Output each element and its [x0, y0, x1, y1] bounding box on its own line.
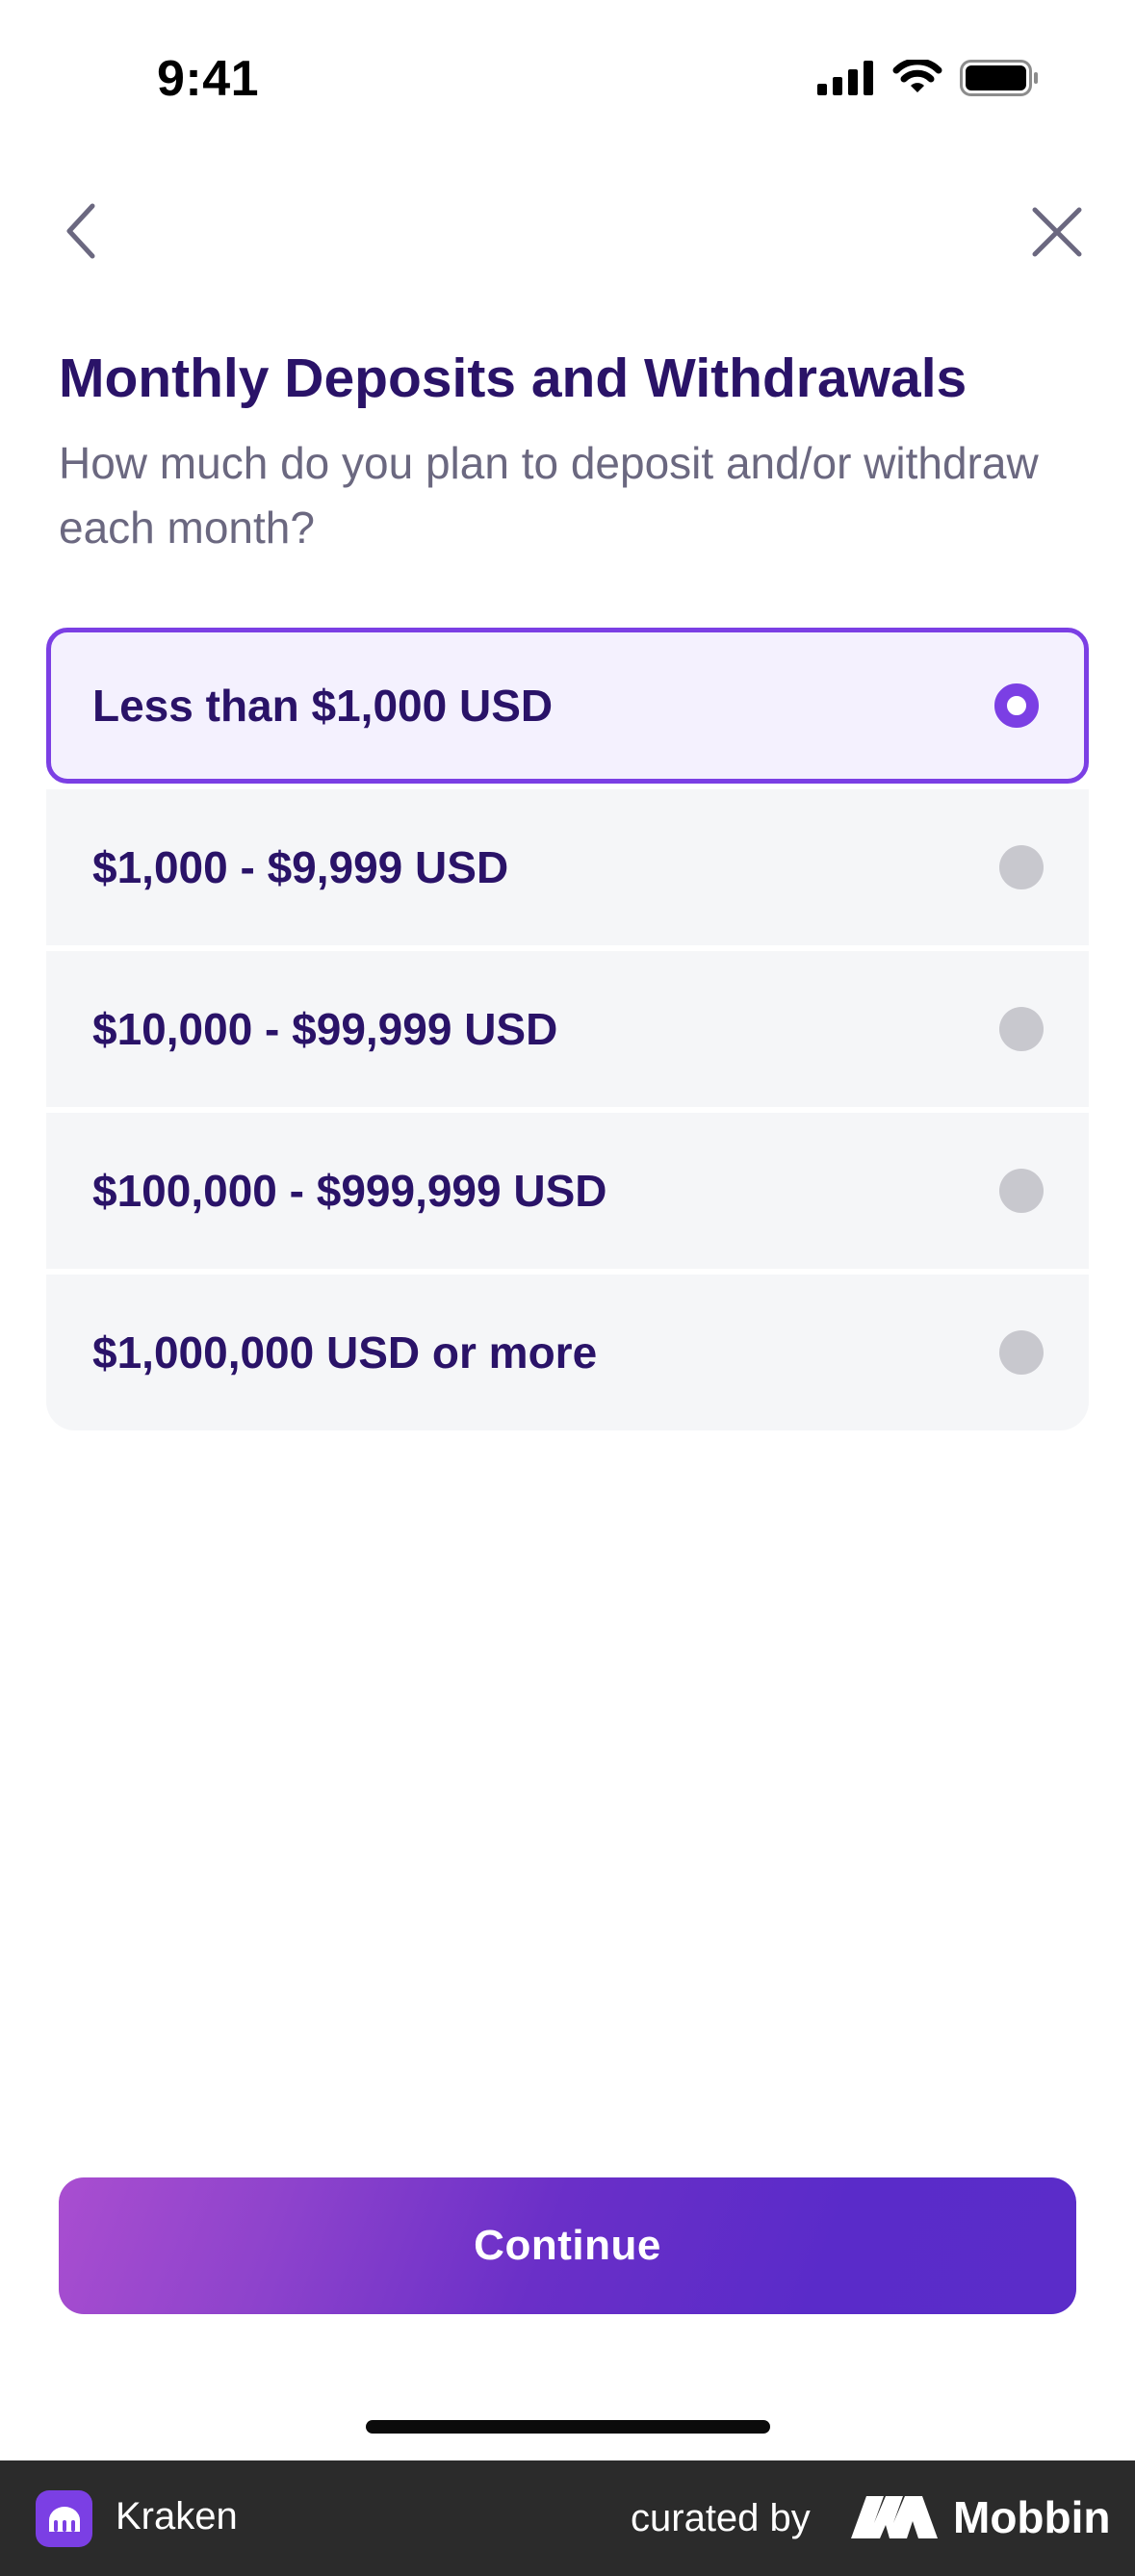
- back-button[interactable]: [54, 196, 106, 266]
- option-label: Less than $1,000 USD: [92, 681, 554, 731]
- deposit-range-options: Less than $1,000 USD $1,000 - $9,999 USD…: [46, 628, 1089, 1430]
- battery-icon: [960, 60, 1038, 96]
- option-1000000-or-more[interactable]: $1,000,000 USD or more: [46, 1275, 1089, 1430]
- close-icon: [1032, 207, 1082, 257]
- option-label: $100,000 - $999,999 USD: [92, 1166, 607, 1216]
- curated-by-label: curated by: [631, 2497, 811, 2539]
- chevron-left-icon: [66, 203, 95, 259]
- option-less-than-1000[interactable]: Less than $1,000 USD: [46, 628, 1089, 784]
- radio-unselected[interactable]: [999, 845, 1044, 889]
- option-label: $1,000 - $9,999 USD: [92, 842, 509, 892]
- status-icons: [817, 60, 1039, 96]
- home-indicator: [366, 2420, 770, 2434]
- radio-unselected[interactable]: [999, 1007, 1044, 1051]
- app-name: Kraken: [116, 2495, 238, 2537]
- mobbin-logo-icon: [851, 2496, 938, 2538]
- close-button[interactable]: [1027, 202, 1087, 262]
- option-100000-999999[interactable]: $100,000 - $999,999 USD: [46, 1113, 1089, 1269]
- status-time: 9:41: [157, 51, 260, 107]
- option-1000-9999[interactable]: $1,000 - $9,999 USD: [46, 789, 1089, 945]
- radio-selected[interactable]: [994, 683, 1039, 728]
- option-label: $1,000,000 USD or more: [92, 1327, 598, 1378]
- option-10000-99999[interactable]: $10,000 - $99,999 USD: [46, 951, 1089, 1107]
- kraken-logo-icon: [36, 2490, 92, 2547]
- option-label: $10,000 - $99,999 USD: [92, 1004, 558, 1054]
- continue-button[interactable]: Continue: [59, 2177, 1076, 2314]
- page-title: Monthly Deposits and Withdrawals: [59, 348, 967, 409]
- brand-name: Mobbin: [953, 2492, 1111, 2542]
- radio-unselected[interactable]: [999, 1169, 1044, 1213]
- wifi-icon: [892, 60, 942, 92]
- signal-icon: [817, 61, 873, 95]
- radio-unselected[interactable]: [999, 1330, 1044, 1375]
- page-subtitle: How much do you plan to deposit and/or w…: [59, 438, 1039, 553]
